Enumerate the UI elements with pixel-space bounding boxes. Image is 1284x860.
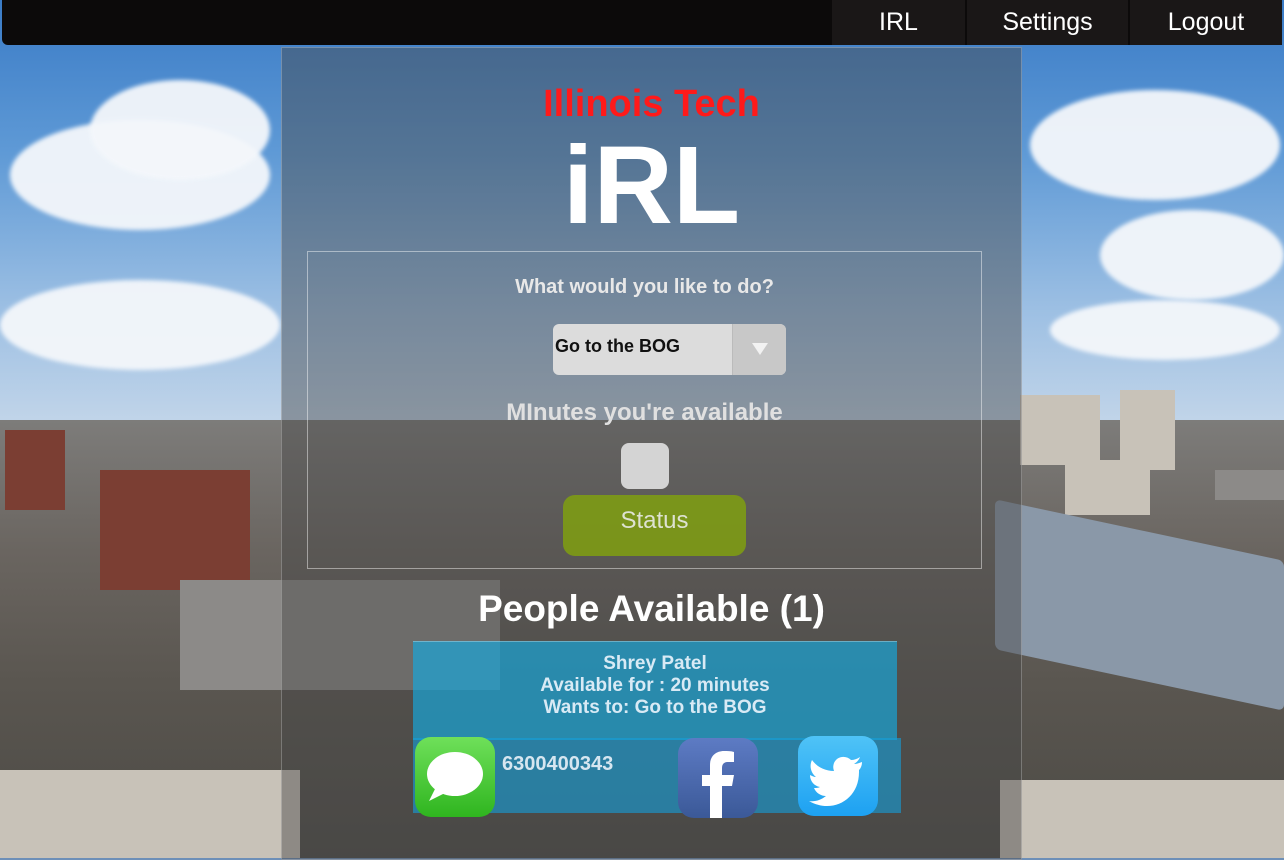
status-form: What would you like to do? Go to the BOG… [307, 251, 982, 569]
person-card[interactable]: Shrey Patel Available for : 20 minutes W… [413, 641, 897, 740]
person-name: Shrey Patel [603, 653, 707, 674]
building [100, 470, 250, 590]
cloud [1050, 300, 1280, 360]
nav-settings[interactable]: Settings [967, 0, 1128, 45]
building [1120, 390, 1175, 470]
building [1215, 470, 1284, 500]
building [1020, 395, 1100, 465]
brand-subtitle: Illinois Tech [543, 83, 760, 125]
cloud [1100, 210, 1284, 300]
brand-title: iRL [562, 124, 741, 247]
building [5, 430, 65, 510]
nav-logout[interactable]: Logout [1130, 0, 1282, 45]
person-availability: Available for : 20 minutes [540, 675, 770, 696]
chevron-down-icon [752, 343, 768, 355]
activity-select-value: Go to the BOG [555, 336, 680, 356]
cloud [90, 80, 270, 180]
message-icon[interactable] [415, 737, 495, 817]
cloud [1030, 90, 1280, 200]
activity-select[interactable]: Go to the BOG [553, 324, 786, 375]
top-nav-bar: IRL Settings Logout [2, 0, 1282, 45]
contact-row: 6300400343 [413, 736, 901, 818]
nav-irl[interactable]: IRL [832, 0, 965, 45]
activity-question: What would you like to do? [515, 276, 774, 298]
minutes-input[interactable] [621, 443, 669, 489]
twitter-icon[interactable] [798, 736, 878, 816]
cloud [0, 280, 280, 370]
dropdown-button[interactable] [732, 324, 786, 375]
building [0, 770, 300, 858]
phone-number[interactable]: 6300400343 [502, 753, 613, 776]
facebook-icon[interactable] [678, 738, 758, 818]
status-button[interactable]: Status [563, 495, 746, 556]
building [1065, 460, 1150, 515]
people-available-title: People Available (1) [478, 588, 825, 629]
person-wants: Wants to: Go to the BOG [543, 697, 767, 718]
minutes-label: MInutes you're available [506, 399, 783, 426]
building [1000, 780, 1284, 858]
main-panel: Illinois Tech iRL What would you like to… [281, 47, 1022, 860]
